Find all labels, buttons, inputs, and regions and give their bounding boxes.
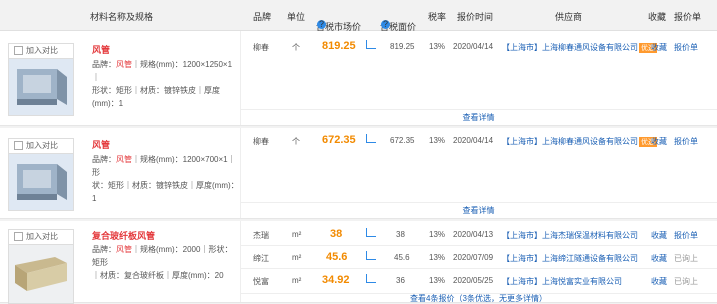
help-icon[interactable]: ? <box>317 20 326 29</box>
row-supplier[interactable]: 【上海市】上海杰瑞保温材料有限公司 <box>502 230 638 241</box>
quote-link-disabled: 已询上 <box>674 254 698 263</box>
row-rate: 13% <box>429 253 446 262</box>
view-details-link[interactable]: 查看详情 <box>240 109 717 126</box>
row-date: 2020/04/14 <box>453 42 494 51</box>
quote-link-disabled: 已询上 <box>674 277 698 286</box>
col-supplier: 供应商 <box>555 12 583 22</box>
col-quote: 报价单 <box>674 12 702 22</box>
fiberglass-duct-image-icon <box>9 245 73 303</box>
row-date: 2020/05/25 <box>453 276 494 285</box>
row-price: 34.92 <box>322 274 350 286</box>
row-unit: 个 <box>292 43 300 52</box>
col-tax-rate: 税率 <box>428 12 447 22</box>
row-notax: 672.35 <box>390 136 415 145</box>
row-supplier[interactable]: 【上海市】上海柳春通风设备有限公司 优选 <box>502 136 657 147</box>
product-desc: 品牌：风管｜规格(mm)：1200×1250×1｜ 形状：矩形｜材质：镀锌铁皮｜… <box>92 60 233 108</box>
product-name[interactable]: 复合玻纤板风管 <box>92 229 155 242</box>
row-brand: 杰瑞 <box>253 231 269 240</box>
favorite-link[interactable]: 收藏 <box>651 136 667 147</box>
row-rate: 13% <box>429 136 446 145</box>
trend-chart-icon[interactable] <box>366 274 376 285</box>
checkbox-icon[interactable] <box>14 141 23 151</box>
row-rate: 13% <box>429 42 446 51</box>
col-material: 材料名称及规格 <box>90 12 154 22</box>
checkbox-icon[interactable] <box>14 46 23 56</box>
row-notax: 819.25 <box>390 42 415 51</box>
trend-chart-icon[interactable] <box>366 228 376 239</box>
product-image[interactable] <box>8 153 74 211</box>
add-compare-checkbox[interactable]: 加入对比 <box>8 43 74 59</box>
quote-link[interactable]: 报价单 <box>674 42 698 53</box>
help-icon[interactable]: ? <box>381 20 390 29</box>
view-more-quotes-link[interactable]: 查看4条报价（3条优选，无更多详情） <box>240 293 717 304</box>
add-compare-checkbox[interactable]: 加入对比 <box>8 229 74 245</box>
row-supplier[interactable]: 【上海市】上海柳春通风设备有限公司 优选 <box>502 42 657 53</box>
col-favorite: 收藏 <box>648 12 667 22</box>
row-price: 38 <box>330 228 343 240</box>
product-image[interactable] <box>8 244 74 304</box>
row-supplier[interactable]: 【上海市】上海缔江隧通设备有限公司 <box>502 253 638 264</box>
view-details-link[interactable]: 查看详情 <box>240 202 717 219</box>
product-desc: 品牌：风管｜规格(mm)：2000｜形状：矩形 ｜材质：复合玻纤板｜厚度(mm)… <box>92 245 233 280</box>
row-supplier[interactable]: 【上海市】上海悦富实业有限公司 <box>502 276 622 287</box>
col-unit: 单位 <box>287 12 306 22</box>
row-price: 672.35 <box>322 134 356 146</box>
quote-link[interactable]: 报价单 <box>674 136 698 147</box>
quote-link[interactable]: 报价单 <box>674 230 698 241</box>
row-notax: 36 <box>396 276 405 285</box>
table-header: 材料名称及规格 品牌 单位 含税市场价? 含税面价? 税率 报价时间 供应商 收… <box>0 0 717 32</box>
trend-chart-icon[interactable] <box>366 251 376 262</box>
favorite-link[interactable]: 收藏 <box>651 42 667 53</box>
product-card: 加入对比 风管 品牌：风管｜规格(mm)：1200×1250×1｜ 形状：矩形｜… <box>0 31 717 126</box>
row-unit: m² <box>292 253 302 262</box>
row-brand: 柳春 <box>253 137 269 146</box>
row-unit: m² <box>292 276 302 285</box>
product-card: 加入对比 风管 品牌：风管｜规格(mm)：1200×700×1｜形 状：矩形｜材… <box>0 128 717 219</box>
duct-image-icon <box>9 154 73 210</box>
add-compare-checkbox[interactable]: 加入对比 <box>8 138 74 154</box>
favorite-link[interactable]: 收藏 <box>651 230 667 241</box>
row-date: 2020/04/13 <box>453 230 494 239</box>
favorite-link[interactable]: 收藏 <box>651 253 667 264</box>
col-brand: 品牌 <box>253 12 272 22</box>
row-notax: 38 <box>396 230 405 239</box>
row-price: 45.6 <box>326 251 348 263</box>
duct-image-icon <box>9 59 73 115</box>
product-card: 加入对比 复合玻纤板风管 品牌：风管｜规格(mm)：2000｜形状：矩形 ｜材质… <box>0 221 717 304</box>
row-price: 819.25 <box>322 40 356 52</box>
row-brand: 柳春 <box>253 43 269 52</box>
row-notax: 45.6 <box>394 253 410 262</box>
product-desc: 品牌：风管｜规格(mm)：1200×700×1｜形 状：矩形｜材质：镀锌铁皮｜厚… <box>92 155 239 203</box>
row-brand: 缔江 <box>253 254 269 263</box>
row-rate: 13% <box>429 276 446 285</box>
row-brand: 悦富 <box>253 277 269 286</box>
product-name[interactable]: 风管 <box>92 43 110 56</box>
row-date: 2020/07/09 <box>453 253 494 262</box>
trend-chart-icon[interactable] <box>366 40 376 51</box>
favorite-link[interactable]: 收藏 <box>651 276 667 287</box>
trend-chart-icon[interactable] <box>366 134 376 145</box>
product-image[interactable] <box>8 58 74 116</box>
row-unit: m² <box>292 230 302 239</box>
row-date: 2020/04/14 <box>453 136 494 145</box>
row-unit: 个 <box>292 137 300 146</box>
product-name[interactable]: 风管 <box>92 138 110 151</box>
row-rate: 13% <box>429 230 446 239</box>
checkbox-icon[interactable] <box>14 232 23 242</box>
col-quote-time: 报价时间 <box>457 12 494 22</box>
